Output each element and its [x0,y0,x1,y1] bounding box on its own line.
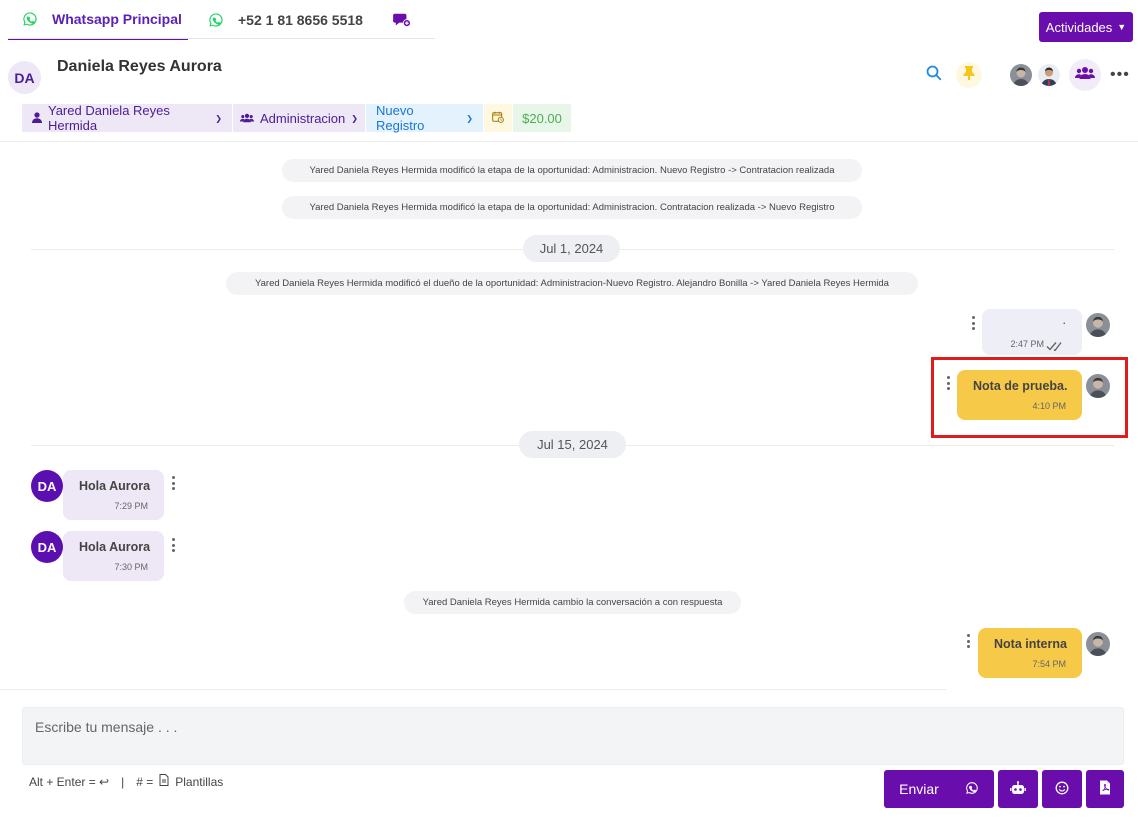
templates-link[interactable]: Plantillas [175,775,223,789]
contact-name: Daniela Reyes Aurora [57,58,222,75]
chevron-down-icon: ❯ [215,113,222,123]
team-dropdown[interactable]: Administracion ❯ [233,104,366,132]
message-options-button[interactable] [970,316,976,330]
composer-hints: Alt + Enter = ↩ | # = Plantillas [29,774,223,789]
attach-file-button[interactable] [1086,770,1124,808]
message-time: 2:47 PM [1010,339,1044,349]
opportunity-chips: Yared Daniela Reyes Hermida ❯ Administra… [22,103,572,133]
contact-avatar: DA [8,61,41,94]
double-check-icon [1046,338,1068,356]
message-composer [22,707,1124,765]
owner-label: Yared Daniela Reyes Hermida [48,103,170,133]
tab-whatsapp-principal[interactable]: Whatsapp Principal [8,0,188,40]
contact-avatar: DA [31,470,63,502]
system-message: Yared Daniela Reyes Hermida modificó el … [226,272,918,295]
date-button[interactable] [484,104,513,132]
message-options-button[interactable] [170,476,176,490]
agent-avatar [1086,313,1110,337]
message-text: Hola Aurora [79,540,151,554]
system-message: Yared Daniela Reyes Hermida modificó la … [282,196,862,219]
internal-note-bubble: Nota interna 7:54 PM [978,628,1082,678]
chevron-down-icon: ▼ [1117,22,1127,32]
tab-phone-number[interactable]: +52 1 81 8656 5518 [208,0,398,40]
chat-app: Whatsapp Principal +52 1 81 8656 5518 Ac… [0,0,1138,829]
send-button[interactable]: Enviar [884,770,994,808]
participants-button[interactable] [1069,59,1101,91]
calendar-clock-icon [492,111,504,126]
robot-icon [1010,780,1026,798]
smile-icon [1055,781,1069,798]
date-separator: Jul 15, 2024 [519,431,626,458]
message-time: 7:30 PM [114,562,148,572]
stage-dropdown[interactable]: Nuevo Registro ❯ [366,103,484,133]
new-chat-button[interactable] [393,10,417,32]
bot-button[interactable] [998,770,1038,808]
ellipsis-icon: ••• [1110,66,1130,83]
chevron-down-icon: ❯ [466,113,473,123]
whatsapp-icon [208,12,224,28]
message-bubble-outgoing: . 2:47 PM [982,309,1082,355]
channel-tabs: Whatsapp Principal +52 1 81 8656 5518 Ac… [0,0,1138,44]
user-icon [32,111,42,126]
actividades-label: Actividades [1045,19,1113,35]
agent-avatar[interactable] [1008,62,1034,88]
message-text: Hola Aurora [79,479,151,493]
actividades-button[interactable]: Actividades ▼ [1039,12,1133,42]
search-button[interactable] [921,62,947,88]
users-icon [1075,66,1095,85]
emoji-button[interactable] [1042,770,1082,808]
message-bubble-incoming: Hola Aurora 7:29 PM [63,470,164,520]
whatsapp-icon [965,781,979,798]
pdf-file-icon [1099,780,1111,798]
note-text: Nota interna [994,637,1067,651]
users-icon [240,111,255,126]
hash-hint: # = [136,774,154,789]
system-message: Yared Daniela Reyes Hermida modificó la … [282,159,862,182]
tabs-divider [8,38,435,39]
tab-label: +52 1 81 8656 5518 [238,12,363,28]
team-label: Administracion [260,110,346,126]
amount-chip[interactable]: $20.00 [513,104,572,132]
stage-label: Nuevo Registro [376,103,425,133]
hint-separator: | [121,774,125,789]
highlight-box [931,357,1128,438]
chat-divider [0,689,946,690]
message-options-button[interactable] [170,538,176,552]
new-chat-icon [393,12,411,31]
agent-avatar [1086,632,1110,656]
pin-icon [962,65,976,86]
message-input[interactable] [23,708,1123,764]
date-separator: Jul 1, 2024 [523,235,620,262]
message-bubble-incoming: Hola Aurora 7:30 PM [63,531,164,581]
tab-label: Whatsapp Principal [52,11,182,27]
agent-avatar[interactable] [1036,62,1062,88]
system-message: Yared Daniela Reyes Hermida cambio la co… [404,591,741,614]
message-options-button[interactable] [965,634,971,648]
contact-avatar: DA [31,531,63,563]
message-time: 7:29 PM [114,501,148,511]
shortcut-hint: Alt + Enter = ↩ [29,774,110,789]
more-options-button[interactable]: ••• [1110,66,1130,84]
whatsapp-icon [22,11,38,27]
chevron-down-icon: ❯ [351,113,358,123]
message-text: . [1062,313,1066,327]
search-icon [926,65,942,86]
send-label: Enviar [899,781,939,797]
chat-history[interactable]: Yared Daniela Reyes Hermida modificó la … [0,142,1138,689]
note-time: 7:54 PM [1032,659,1066,669]
file-icon [159,774,169,789]
pin-button[interactable] [956,62,982,88]
owner-dropdown[interactable]: Yared Daniela Reyes Hermida ❯ [22,103,233,133]
